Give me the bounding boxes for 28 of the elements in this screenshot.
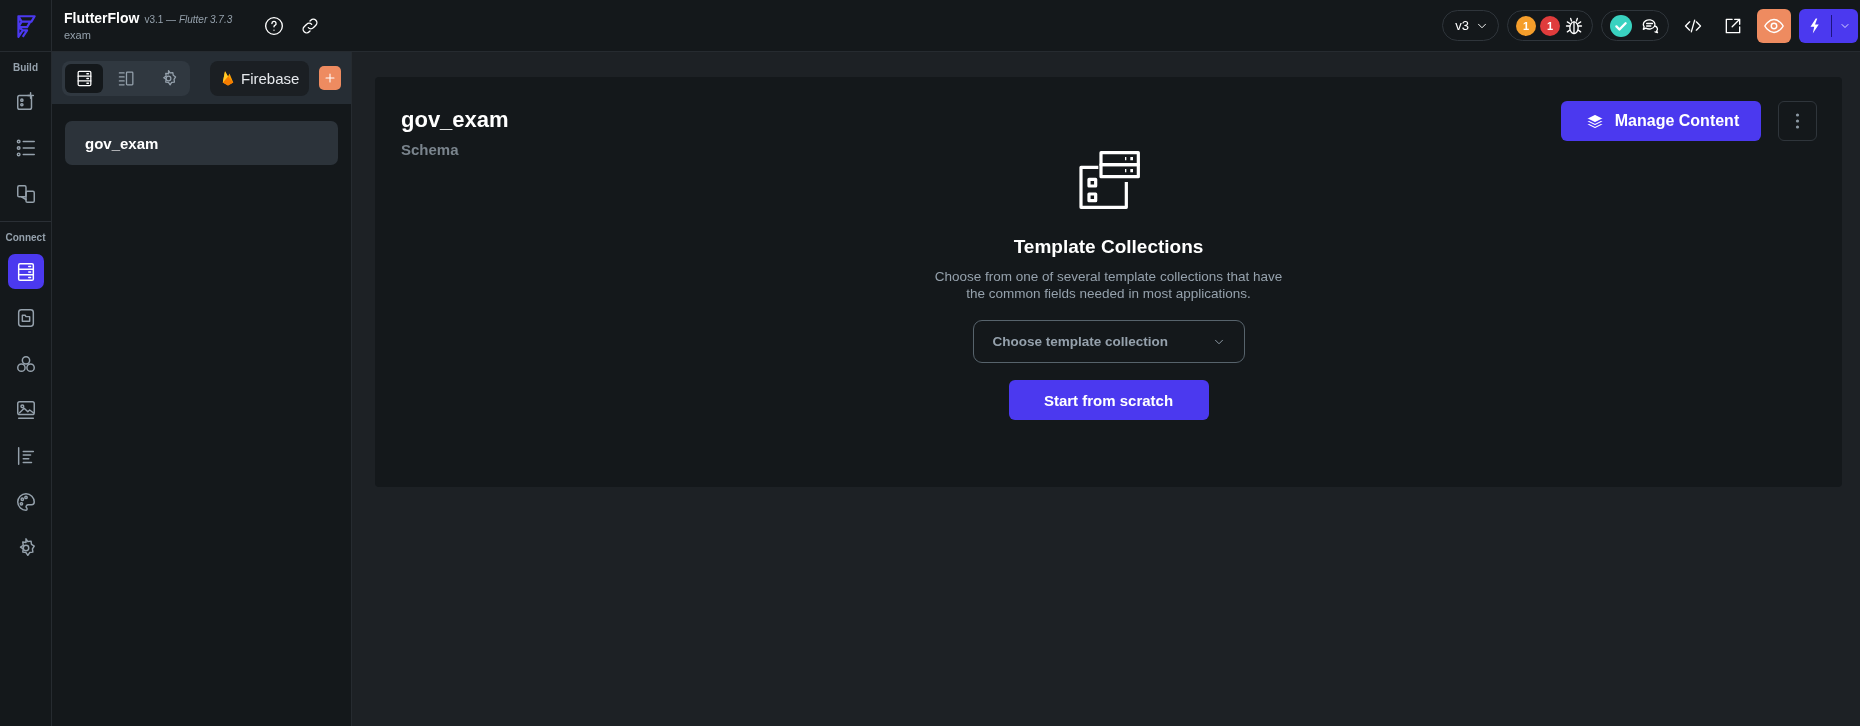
add-button[interactable]: [319, 66, 341, 90]
pages-icon: [14, 182, 37, 205]
empty-heading: Template Collections: [1013, 236, 1204, 258]
schema-label: Schema: [401, 141, 460, 158]
view-tab[interactable]: [65, 63, 103, 93]
palette-icon: [14, 490, 37, 513]
preview-button[interactable]: [1757, 8, 1791, 43]
count-badge: 1: [1540, 15, 1560, 36]
help-icon[interactable]: [264, 15, 285, 36]
section-label: Build: [13, 62, 38, 73]
project-name: exam: [64, 29, 92, 41]
version-text: v3.1 — Flutter 3.7.3: [144, 14, 233, 25]
start-button[interactable]: Start from scratch: [1008, 380, 1209, 420]
collection-title: gov_exam: [401, 107, 510, 133]
more-icon: [1795, 113, 1800, 129]
collection-item[interactable]: gov_exam: [65, 121, 338, 165]
nav-button[interactable]: [7, 254, 44, 289]
run-button[interactable]: [1799, 8, 1858, 43]
empty-description: Choose from one of several template collections that have the common fields needed in most applications.: [933, 268, 1284, 302]
image-icon: [14, 398, 37, 421]
manage-content-button[interactable]: Manage Content: [1561, 101, 1761, 141]
firebase-button[interactable]: Firebase: [210, 60, 310, 96]
bug-icon: [1564, 15, 1584, 36]
count-badge: 1: [1516, 15, 1536, 36]
widget-add-icon: [14, 90, 37, 113]
app-name: FlutterFlow: [64, 10, 140, 26]
section-label: Connect: [5, 232, 46, 243]
template-dropdown[interactable]: Choose template collection: [972, 320, 1245, 363]
